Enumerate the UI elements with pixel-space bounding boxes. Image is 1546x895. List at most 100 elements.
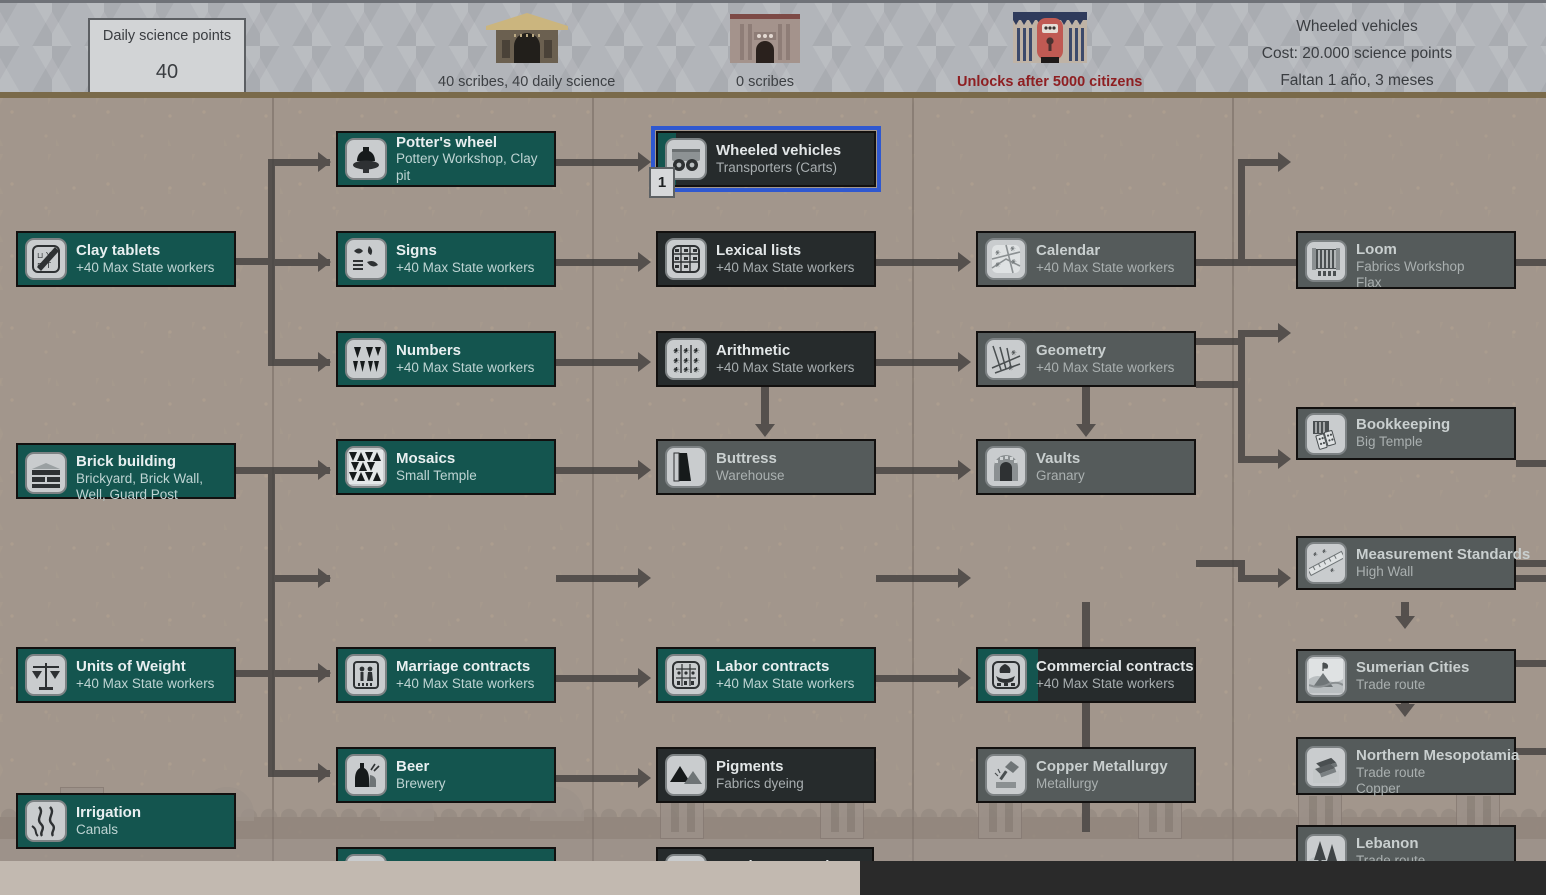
potters-wheel-icon — [345, 138, 387, 180]
node-name: Loom — [1356, 241, 1397, 258]
svg-text:𒀭: 𒀭 — [1322, 549, 1327, 555]
temple-icon — [716, 8, 814, 66]
connector — [556, 575, 638, 582]
daily-science-value: 40 — [155, 61, 179, 83]
column-divider — [1232, 98, 1234, 861]
balance-scale-icon — [25, 654, 67, 696]
connector — [268, 474, 275, 774]
scribe-house-cell[interactable]: 40 scribes, 40 daily science — [438, 8, 615, 90]
horizontal-scrollbar[interactable] — [0, 861, 1546, 895]
tech-node-lebanon[interactable]: LebanonTrade route Cedar logs — [1296, 825, 1516, 861]
tech-node-pigments[interactable]: Pigments Fabrics dyeing — [656, 747, 876, 803]
svg-text:𒀭: 𒀭 — [1313, 552, 1318, 558]
node-desc: +40 Max State workers — [716, 675, 855, 691]
tech-tree-canvas[interactable]: ⊔Y⊓T Clay tablets+40 Max State workers B… — [0, 98, 1546, 861]
tech-node-tannery[interactable]: TannerySalt Pond, Tannery — [336, 847, 556, 861]
tech-node-clay-tablets[interactable]: ⊔Y⊓T Clay tablets+40 Max State workers — [16, 231, 236, 287]
connector-arrow — [958, 352, 971, 372]
tech-node-numbers[interactable]: Numbers +40 Max State workers — [336, 331, 556, 387]
lexical-list-icon — [665, 238, 707, 280]
connector — [876, 259, 958, 266]
hide-icon — [345, 854, 387, 861]
tech-node-marriage-contracts[interactable]: Marriage contracts +40 Max State workers — [336, 647, 556, 703]
node-name: Copper Metallurgy — [1036, 757, 1168, 775]
node-name: Measurement Standards — [1356, 545, 1531, 563]
connector-arrow — [318, 352, 331, 372]
loom-icon — [1305, 240, 1347, 282]
tech-node-calendar[interactable]: 𒀭𒀭𒀭𒀭 Calendar +40 Max State workers — [976, 231, 1196, 287]
tech-node-brick-building[interactable]: Brick building Brickyard, Brick Wall, Wel… — [16, 443, 236, 502]
tech-node-mosaics[interactable]: Mosaics Small Temple — [336, 439, 556, 495]
connector — [1196, 560, 1244, 567]
connector-arrow — [1395, 704, 1415, 717]
node-desc: +40 Max State workers — [1036, 259, 1175, 275]
temple-cell[interactable]: 0 scribes — [716, 8, 814, 90]
connector — [1238, 456, 1282, 463]
node-name: Beer — [396, 757, 430, 775]
connector — [556, 259, 638, 266]
tech-node-commercial-contracts[interactable]: Commercial contracts +40 Max State worker… — [976, 647, 1196, 703]
svg-text:𒀭: 𒀭 — [1010, 246, 1016, 253]
node-name: Vaults — [1036, 449, 1081, 467]
column-divider — [912, 98, 914, 861]
tech-node-loom[interactable]: Loom Fabrics Workshop Flax — [1296, 231, 1516, 290]
node-name: Marriage contracts — [396, 657, 531, 675]
connector-arrow — [1395, 616, 1415, 629]
tech-node-irrigation[interactable]: Irrigation Canals — [16, 793, 236, 849]
tech-node-northern-mesopotamia[interactable]: Northern Mesopotamia Trade route Copper — [1296, 737, 1519, 796]
tech-node-beer[interactable]: Beer Brewery — [336, 747, 556, 803]
node-name: Numbers — [396, 341, 462, 359]
node-desc: +40 Max State workers — [76, 259, 215, 275]
svg-text:⊔: ⊔ — [37, 251, 43, 260]
connector-arrow — [1278, 449, 1291, 469]
connector-arrow — [958, 668, 971, 688]
node-desc: Trade route Cedar logs — [1356, 852, 1426, 861]
column-divider — [592, 98, 594, 861]
tech-node-sumerian-cities[interactable]: Sumerian Cities Trade route — [1296, 649, 1516, 703]
tech-node-labor-contracts[interactable]: Labor contracts +40 Max State workers — [656, 647, 876, 703]
tech-node-measurement-standards[interactable]: 𒀭𒀭𒀭 Measurement Standards High Wall — [1296, 536, 1531, 590]
tech-node-food-preservation[interactable]: Food PreservationMeat Curing — [656, 847, 874, 861]
tech-node-copper-metallurgy[interactable]: Copper Metallurgy Metallurgy — [976, 747, 1196, 803]
connector-arrow — [638, 668, 651, 688]
node-desc: Warehouse — [716, 467, 785, 483]
connector — [236, 467, 330, 474]
connector — [1238, 560, 1245, 576]
labor-contract-icon — [665, 654, 707, 696]
tech-node-arithmetic[interactable]: 𒀭𒀭𒀭𒀭𒀭𒀭𒀭𒀭𒀭 Arithmetic +40 Max State worker… — [656, 331, 876, 387]
tech-node-signs[interactable]: Signs +40 Max State workers — [336, 231, 556, 287]
node-name: Labor contracts — [716, 657, 830, 675]
connector-arrow — [318, 663, 331, 683]
connector-arrow — [318, 460, 331, 480]
ruler-icon: 𒀭𒀭𒀭 — [1305, 542, 1347, 584]
tech-node-bookkeeping[interactable]: Bookkeeping Big Temple — [1296, 407, 1516, 460]
selected-tech-info: Wheeled vehicles Cost: 20.000 science po… — [1192, 18, 1522, 90]
svg-text:𒀭: 𒀭 — [673, 366, 680, 374]
node-name: Units of Weight — [76, 657, 186, 675]
tech-node-geometry[interactable]: 𒀭𒀭 Geometry +40 Max State workers — [976, 331, 1196, 387]
daily-science-points-box: Daily science points 40 — [88, 18, 246, 95]
node-desc: +40 Max State workers — [1036, 359, 1175, 375]
svg-text:𒀭: 𒀭 — [693, 357, 700, 365]
tech-node-wheeled-vehicles[interactable]: Wheeled vehicles Transporters (Carts) 1 — [649, 126, 881, 198]
node-desc: Brickyard, Brick Wall, Well, Guard Post — [76, 470, 204, 503]
tech-node-lexical-lists[interactable]: Lexical lists +40 Max State workers — [656, 231, 876, 287]
metallurgy-icon — [985, 754, 1027, 796]
node-name: Arithmetic — [716, 341, 791, 359]
tech-level-badge: 1 — [649, 167, 675, 198]
tech-node-buttress[interactable]: Buttress Warehouse — [656, 439, 876, 495]
connector-arrow — [958, 252, 971, 272]
canal-icon — [25, 800, 67, 842]
locked-tech-cell[interactable]: Unlocks after 5000 citizens — [957, 8, 1142, 90]
svg-text:𒀭: 𒀭 — [995, 262, 1001, 269]
tech-node-units-of-weight[interactable]: Units of Weight +40 Max State workers — [16, 647, 236, 703]
horizontal-scrollbar-thumb[interactable] — [0, 861, 860, 895]
svg-text:𒀭: 𒀭 — [1011, 350, 1017, 357]
tech-node-potters-wheel[interactable]: Potter's wheel Pottery Workshop, Clay pit — [336, 131, 556, 187]
tech-node-vaults[interactable]: Vaults Granary — [976, 439, 1196, 495]
node-desc: +40 Max State workers — [396, 259, 535, 275]
temple-caption: 0 scribes — [735, 74, 795, 90]
scribe-house-caption: 40 scribes, 40 daily science — [438, 74, 616, 90]
node-desc: +40 Max State workers — [396, 675, 535, 691]
node-desc: +40 Max State workers — [716, 259, 855, 275]
